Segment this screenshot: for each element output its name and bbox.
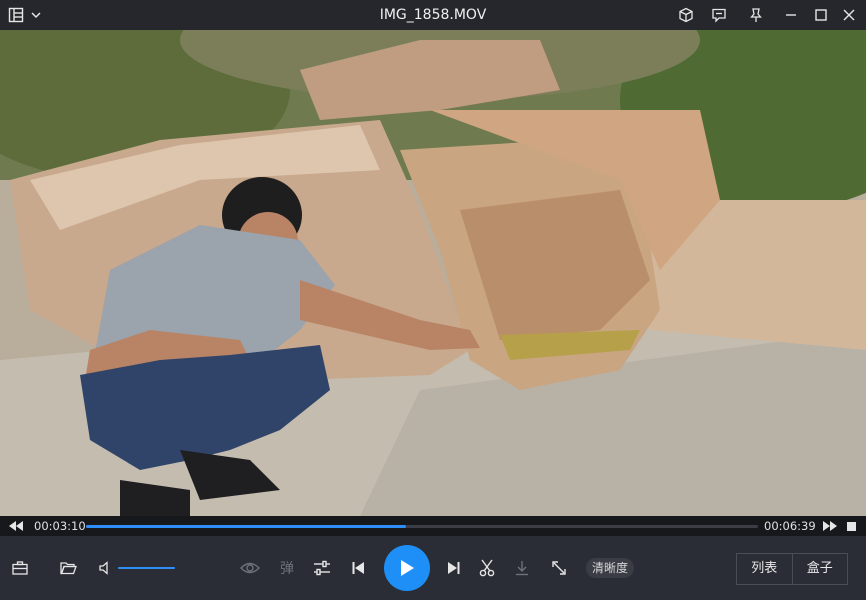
pin-icon[interactable] xyxy=(746,0,766,30)
side-panel-switch: 列表 盒子 xyxy=(736,553,848,585)
video-frame[interactable] xyxy=(0,30,866,516)
previous-icon[interactable] xyxy=(348,536,368,600)
progress-bar[interactable] xyxy=(86,525,758,528)
progress-row: 00:03:10 00:06:39 xyxy=(0,516,866,536)
maximize-icon[interactable] xyxy=(810,0,832,30)
video-scene-image xyxy=(0,30,866,516)
eye-icon[interactable] xyxy=(238,536,262,600)
volume-slider[interactable] xyxy=(118,567,175,569)
toolbox-icon[interactable] xyxy=(8,536,32,600)
download-icon[interactable] xyxy=(512,536,532,600)
volume-icon[interactable] xyxy=(96,536,114,600)
open-folder-icon[interactable] xyxy=(56,536,80,600)
play-icon xyxy=(401,560,414,576)
comment-icon[interactable] xyxy=(709,0,729,30)
list-layout-icon[interactable] xyxy=(6,0,26,30)
next-icon[interactable] xyxy=(444,536,464,600)
cube-icon[interactable] xyxy=(676,0,696,30)
title-bar: IMG_1858.MOV xyxy=(0,0,866,30)
control-bar: 弹 清晰度 列表 盒子 xyxy=(0,536,866,600)
play-button[interactable] xyxy=(384,545,430,591)
chevron-down-icon[interactable] xyxy=(28,0,44,30)
box-tab[interactable]: 盒子 xyxy=(791,554,848,584)
window-title: IMG_1858.MOV xyxy=(379,7,487,23)
clarity-button[interactable]: 清晰度 xyxy=(586,558,634,578)
progress-fill xyxy=(86,525,406,528)
danmu-button[interactable]: 弹 xyxy=(276,536,298,600)
total-time: 00:06:39 xyxy=(764,519,816,533)
current-time: 00:03:10 xyxy=(34,519,86,533)
fullscreen-icon[interactable] xyxy=(548,536,570,600)
close-icon[interactable] xyxy=(838,0,860,30)
minimize-icon[interactable] xyxy=(780,0,802,30)
scissors-icon[interactable] xyxy=(476,536,498,600)
settings-sliders-icon[interactable] xyxy=(310,536,334,600)
list-tab[interactable]: 列表 xyxy=(737,554,792,584)
